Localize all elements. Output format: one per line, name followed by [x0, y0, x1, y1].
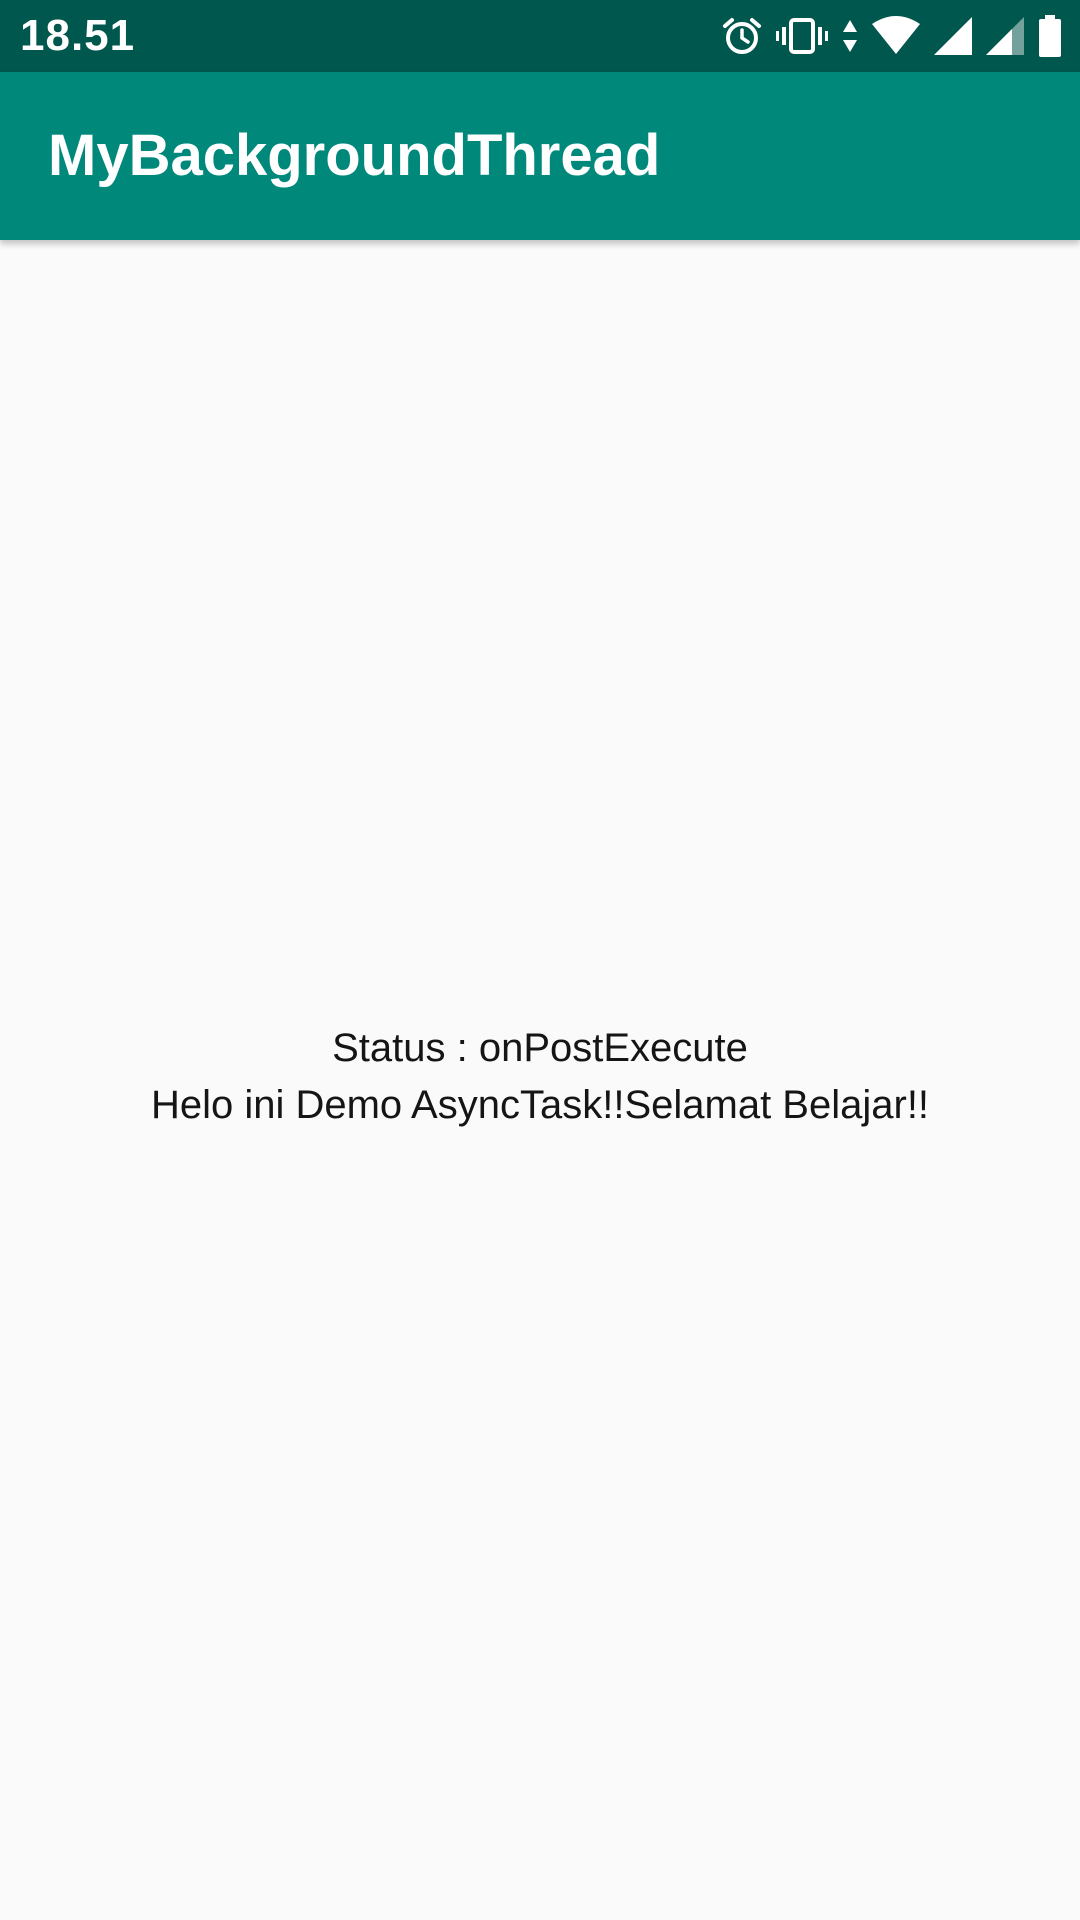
main-content: Status : onPostExecute Helo ini Demo Asy… — [0, 240, 1080, 1920]
battery-icon — [1038, 15, 1062, 57]
status-time: 18.51 — [20, 11, 136, 60]
message-line: Helo ini Demo AsyncTask!!Selamat Belajar… — [150, 1083, 930, 1127]
status-line: Status : onPostExecute — [332, 1026, 748, 1070]
status-text: Status : onPostExecute Helo ini Demo Asy… — [0, 1020, 1080, 1134]
status-icons — [722, 14, 1062, 58]
app-bar: MyBackgroundThread — [0, 72, 1080, 240]
signal-icon-2 — [986, 17, 1024, 55]
status-bar: 18.51 — [0, 0, 1080, 72]
alarm-icon — [722, 16, 762, 56]
vibrate-icon — [776, 16, 828, 56]
wifi-icon — [872, 16, 920, 56]
data-activity-icon — [842, 18, 858, 54]
signal-icon — [934, 17, 972, 55]
app-title: MyBackgroundThread — [48, 123, 661, 188]
